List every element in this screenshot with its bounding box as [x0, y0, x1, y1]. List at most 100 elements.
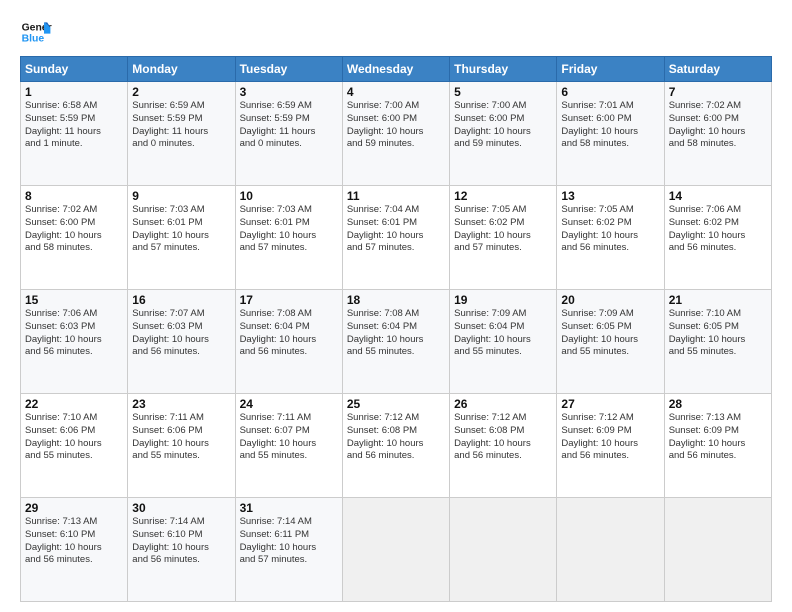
calendar-cell: 30Sunrise: 7:14 AM Sunset: 6:10 PM Dayli…: [128, 498, 235, 602]
calendar-cell: 16Sunrise: 7:07 AM Sunset: 6:03 PM Dayli…: [128, 290, 235, 394]
logo: General Blue: [20, 16, 52, 48]
day-number: 17: [240, 293, 338, 307]
day-info: Sunrise: 7:08 AM Sunset: 6:04 PM Dayligh…: [240, 308, 338, 359]
weekday-header-row: SundayMondayTuesdayWednesdayThursdayFrid…: [21, 57, 772, 82]
day-info: Sunrise: 7:14 AM Sunset: 6:11 PM Dayligh…: [240, 516, 338, 567]
calendar-cell: 29Sunrise: 7:13 AM Sunset: 6:10 PM Dayli…: [21, 498, 128, 602]
weekday-header-cell: Saturday: [664, 57, 771, 82]
day-info: Sunrise: 6:59 AM Sunset: 5:59 PM Dayligh…: [240, 100, 338, 151]
calendar-week-row: 1Sunrise: 6:58 AM Sunset: 5:59 PM Daylig…: [21, 82, 772, 186]
day-number: 9: [132, 189, 230, 203]
day-info: Sunrise: 7:07 AM Sunset: 6:03 PM Dayligh…: [132, 308, 230, 359]
calendar-cell: 20Sunrise: 7:09 AM Sunset: 6:05 PM Dayli…: [557, 290, 664, 394]
day-number: 20: [561, 293, 659, 307]
calendar-cell: 3Sunrise: 6:59 AM Sunset: 5:59 PM Daylig…: [235, 82, 342, 186]
calendar-cell: 21Sunrise: 7:10 AM Sunset: 6:05 PM Dayli…: [664, 290, 771, 394]
day-number: 19: [454, 293, 552, 307]
logo-icon: General Blue: [20, 16, 52, 48]
day-number: 28: [669, 397, 767, 411]
day-info: Sunrise: 7:02 AM Sunset: 6:00 PM Dayligh…: [669, 100, 767, 151]
day-info: Sunrise: 7:11 AM Sunset: 6:06 PM Dayligh…: [132, 412, 230, 463]
day-number: 24: [240, 397, 338, 411]
day-info: Sunrise: 7:06 AM Sunset: 6:03 PM Dayligh…: [25, 308, 123, 359]
day-info: Sunrise: 7:00 AM Sunset: 6:00 PM Dayligh…: [454, 100, 552, 151]
day-number: 30: [132, 501, 230, 515]
day-info: Sunrise: 7:14 AM Sunset: 6:10 PM Dayligh…: [132, 516, 230, 567]
calendar-cell: 18Sunrise: 7:08 AM Sunset: 6:04 PM Dayli…: [342, 290, 449, 394]
calendar-cell: 24Sunrise: 7:11 AM Sunset: 6:07 PM Dayli…: [235, 394, 342, 498]
weekday-header-cell: Wednesday: [342, 57, 449, 82]
calendar-cell: [450, 498, 557, 602]
day-info: Sunrise: 7:05 AM Sunset: 6:02 PM Dayligh…: [561, 204, 659, 255]
weekday-header-cell: Friday: [557, 57, 664, 82]
calendar-cell: 15Sunrise: 7:06 AM Sunset: 6:03 PM Dayli…: [21, 290, 128, 394]
calendar-cell: 1Sunrise: 6:58 AM Sunset: 5:59 PM Daylig…: [21, 82, 128, 186]
calendar-cell: 31Sunrise: 7:14 AM Sunset: 6:11 PM Dayli…: [235, 498, 342, 602]
calendar-cell: 19Sunrise: 7:09 AM Sunset: 6:04 PM Dayli…: [450, 290, 557, 394]
calendar-week-row: 15Sunrise: 7:06 AM Sunset: 6:03 PM Dayli…: [21, 290, 772, 394]
day-info: Sunrise: 7:13 AM Sunset: 6:10 PM Dayligh…: [25, 516, 123, 567]
calendar-cell: 12Sunrise: 7:05 AM Sunset: 6:02 PM Dayli…: [450, 186, 557, 290]
page: General Blue SundayMondayTuesdayWednesda…: [0, 0, 792, 612]
calendar-cell: 4Sunrise: 7:00 AM Sunset: 6:00 PM Daylig…: [342, 82, 449, 186]
day-info: Sunrise: 7:11 AM Sunset: 6:07 PM Dayligh…: [240, 412, 338, 463]
day-number: 15: [25, 293, 123, 307]
calendar-cell: 26Sunrise: 7:12 AM Sunset: 6:08 PM Dayli…: [450, 394, 557, 498]
day-info: Sunrise: 7:04 AM Sunset: 6:01 PM Dayligh…: [347, 204, 445, 255]
weekday-header-cell: Sunday: [21, 57, 128, 82]
day-number: 21: [669, 293, 767, 307]
weekday-header-cell: Monday: [128, 57, 235, 82]
day-info: Sunrise: 7:09 AM Sunset: 6:04 PM Dayligh…: [454, 308, 552, 359]
header: General Blue: [20, 16, 772, 48]
day-info: Sunrise: 7:09 AM Sunset: 6:05 PM Dayligh…: [561, 308, 659, 359]
day-info: Sunrise: 7:01 AM Sunset: 6:00 PM Dayligh…: [561, 100, 659, 151]
day-number: 13: [561, 189, 659, 203]
day-info: Sunrise: 7:12 AM Sunset: 6:08 PM Dayligh…: [347, 412, 445, 463]
weekday-header-cell: Tuesday: [235, 57, 342, 82]
calendar-cell: 14Sunrise: 7:06 AM Sunset: 6:02 PM Dayli…: [664, 186, 771, 290]
day-number: 5: [454, 85, 552, 99]
calendar-cell: 28Sunrise: 7:13 AM Sunset: 6:09 PM Dayli…: [664, 394, 771, 498]
calendar-table: SundayMondayTuesdayWednesdayThursdayFrid…: [20, 56, 772, 602]
day-number: 3: [240, 85, 338, 99]
day-number: 8: [25, 189, 123, 203]
day-number: 27: [561, 397, 659, 411]
day-number: 1: [25, 85, 123, 99]
day-number: 16: [132, 293, 230, 307]
calendar-cell: 22Sunrise: 7:10 AM Sunset: 6:06 PM Dayli…: [21, 394, 128, 498]
calendar-cell: 11Sunrise: 7:04 AM Sunset: 6:01 PM Dayli…: [342, 186, 449, 290]
calendar-week-row: 22Sunrise: 7:10 AM Sunset: 6:06 PM Dayli…: [21, 394, 772, 498]
day-info: Sunrise: 6:58 AM Sunset: 5:59 PM Dayligh…: [25, 100, 123, 151]
day-number: 10: [240, 189, 338, 203]
day-number: 29: [25, 501, 123, 515]
calendar-cell: 5Sunrise: 7:00 AM Sunset: 6:00 PM Daylig…: [450, 82, 557, 186]
calendar-cell: 23Sunrise: 7:11 AM Sunset: 6:06 PM Dayli…: [128, 394, 235, 498]
calendar-week-row: 29Sunrise: 7:13 AM Sunset: 6:10 PM Dayli…: [21, 498, 772, 602]
day-number: 23: [132, 397, 230, 411]
day-number: 12: [454, 189, 552, 203]
calendar-cell: [557, 498, 664, 602]
day-info: Sunrise: 7:12 AM Sunset: 6:08 PM Dayligh…: [454, 412, 552, 463]
day-info: Sunrise: 7:12 AM Sunset: 6:09 PM Dayligh…: [561, 412, 659, 463]
calendar-cell: 8Sunrise: 7:02 AM Sunset: 6:00 PM Daylig…: [21, 186, 128, 290]
day-number: 25: [347, 397, 445, 411]
day-number: 18: [347, 293, 445, 307]
day-info: Sunrise: 7:03 AM Sunset: 6:01 PM Dayligh…: [132, 204, 230, 255]
day-info: Sunrise: 7:10 AM Sunset: 6:06 PM Dayligh…: [25, 412, 123, 463]
day-info: Sunrise: 7:08 AM Sunset: 6:04 PM Dayligh…: [347, 308, 445, 359]
day-info: Sunrise: 7:00 AM Sunset: 6:00 PM Dayligh…: [347, 100, 445, 151]
calendar-cell: 25Sunrise: 7:12 AM Sunset: 6:08 PM Dayli…: [342, 394, 449, 498]
calendar-cell: 17Sunrise: 7:08 AM Sunset: 6:04 PM Dayli…: [235, 290, 342, 394]
calendar-cell: [342, 498, 449, 602]
calendar-cell: [664, 498, 771, 602]
day-number: 11: [347, 189, 445, 203]
day-number: 6: [561, 85, 659, 99]
calendar-cell: 9Sunrise: 7:03 AM Sunset: 6:01 PM Daylig…: [128, 186, 235, 290]
day-info: Sunrise: 7:13 AM Sunset: 6:09 PM Dayligh…: [669, 412, 767, 463]
weekday-header-cell: Thursday: [450, 57, 557, 82]
calendar-body: 1Sunrise: 6:58 AM Sunset: 5:59 PM Daylig…: [21, 82, 772, 602]
day-number: 26: [454, 397, 552, 411]
calendar-cell: 6Sunrise: 7:01 AM Sunset: 6:00 PM Daylig…: [557, 82, 664, 186]
day-number: 2: [132, 85, 230, 99]
day-number: 4: [347, 85, 445, 99]
